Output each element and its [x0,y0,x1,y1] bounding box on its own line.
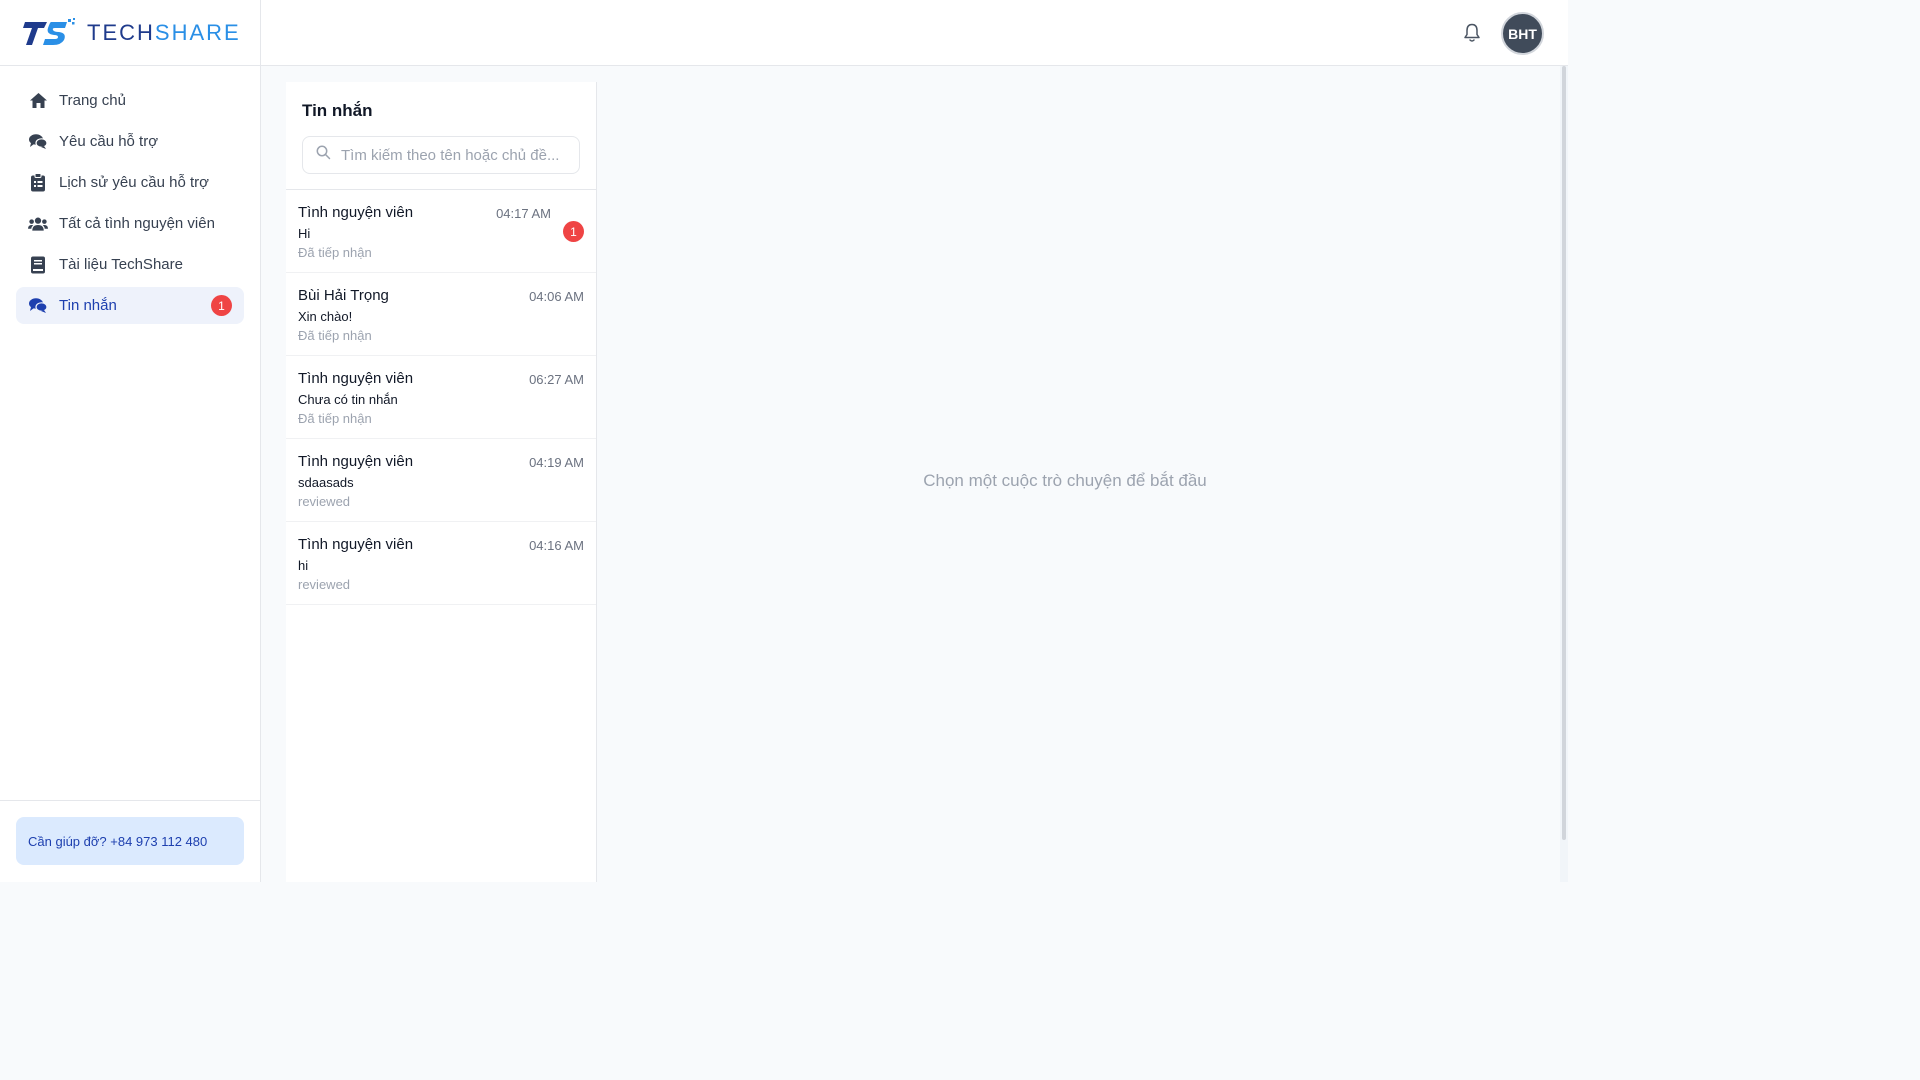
chat-icon [28,132,48,152]
help-contact[interactable]: Cần giúp đỡ? +84 973 112 480 [16,817,244,865]
empty-chat-message: Chọn một cuộc trò chuyện để bắt đầu [923,471,1207,490]
conversation-item[interactable]: Tình nguyện viên 04:19 AM sdaasads revie… [286,439,596,522]
conversation-status: Đã tiếp nhận [298,328,372,343]
logo-mark-icon [23,17,75,45]
conversation-item[interactable]: Tình nguyện viên 04:17 AM Hi Đã tiếp nhậ… [286,190,596,273]
top-header: BHT [261,0,1568,66]
sidebar-item-messages[interactable]: Tin nhắn 1 [16,287,244,324]
search-icon [316,145,331,165]
logo[interactable]: TECHSHARE [0,0,260,66]
conversation-panel: Tin nhắn Tình nguyện viên 04:17 AM Hi Đã… [286,82,597,882]
conversation-time: 04:06 AM [529,289,584,304]
book-icon [28,255,48,275]
avatar[interactable]: BHT [1501,12,1544,55]
sidebar-footer: Cần giúp đỡ? +84 973 112 480 [0,800,260,882]
users-icon [28,214,48,234]
conversation-item[interactable]: Tình nguyện viên 06:27 AM Chưa có tin nh… [286,356,596,439]
conversation-last-message: hi [298,558,309,573]
conversation-last-message: Chưa có tin nhắn [298,392,398,407]
search-box[interactable] [302,136,580,174]
search-input[interactable] [341,146,571,164]
app-root: TECHSHARE Trang chủ Yêu cầu hỗ trợ Lịch … [0,0,1568,882]
conversation-last-message: sdaasads [298,475,354,490]
scrollbar-thumb[interactable] [1562,66,1566,840]
sidebar: TECHSHARE Trang chủ Yêu cầu hỗ trợ Lịch … [0,0,261,882]
conversation-last-message: Hi [298,226,311,241]
sidebar-item-label: Tài liệu TechShare [59,256,183,273]
sidebar-item-home[interactable]: Trang chủ [16,82,244,119]
conversation-item[interactable]: Tình nguyện viên 04:16 AM hi reviewed [286,522,596,605]
conversation-time: 04:16 AM [529,538,584,553]
chat-area: Chọn một cuộc trò chuyện để bắt đầu [598,66,1560,882]
sidebar-item-label: Lịch sử yêu cầu hỗ trợ [59,174,209,191]
conversation-status: Đã tiếp nhận [298,411,372,426]
conversation-time: 06:27 AM [529,372,584,387]
logo-text-tech: TECH [87,19,155,45]
help-text: Cần giúp đỡ? +84 973 112 480 [28,833,208,849]
logo-text-share: SHARE [154,19,241,45]
unread-badge: 1 [563,221,584,242]
sidebar-item-label: Trang chủ [59,92,126,109]
conversation-title: Tin nhắn [302,101,373,120]
sidebar-item-label: Tin nhắn [59,297,117,314]
conversation-status: reviewed [298,494,351,509]
sidebar-item-support-requests[interactable]: Yêu cầu hỗ trợ [16,123,244,160]
sidebar-nav: Trang chủ Yêu cầu hỗ trợ Lịch sử yêu cầu… [0,66,260,324]
sidebar-item-request-history[interactable]: Lịch sử yêu cầu hỗ trợ [16,164,244,201]
sidebar-item-label: Yêu cầu hỗ trợ [59,133,159,150]
messages-icon [28,296,48,316]
bell-icon[interactable] [1462,22,1482,44]
conversation-item[interactable]: Bùi Hải Trọng 04:06 AM Xin chào! Đã tiếp… [286,273,596,356]
logo-text: TECHSHARE [87,20,241,46]
sidebar-item-documents[interactable]: Tài liệu TechShare [16,246,244,283]
clipboard-icon [28,173,48,193]
conversation-status: reviewed [298,577,351,592]
sidebar-item-label: Tất cả tình nguyện viên [59,215,215,232]
home-icon [28,91,48,111]
conversation-time: 04:17 AM [496,206,551,221]
conversation-last-message: Xin chào! [298,309,353,324]
unread-badge: 1 [211,295,232,316]
sidebar-item-volunteers[interactable]: Tất cả tình nguyện viên [16,205,244,242]
conversation-header: Tin nhắn [286,82,596,190]
conversation-status: Đã tiếp nhận [298,245,372,260]
conversation-time: 04:19 AM [529,455,584,470]
